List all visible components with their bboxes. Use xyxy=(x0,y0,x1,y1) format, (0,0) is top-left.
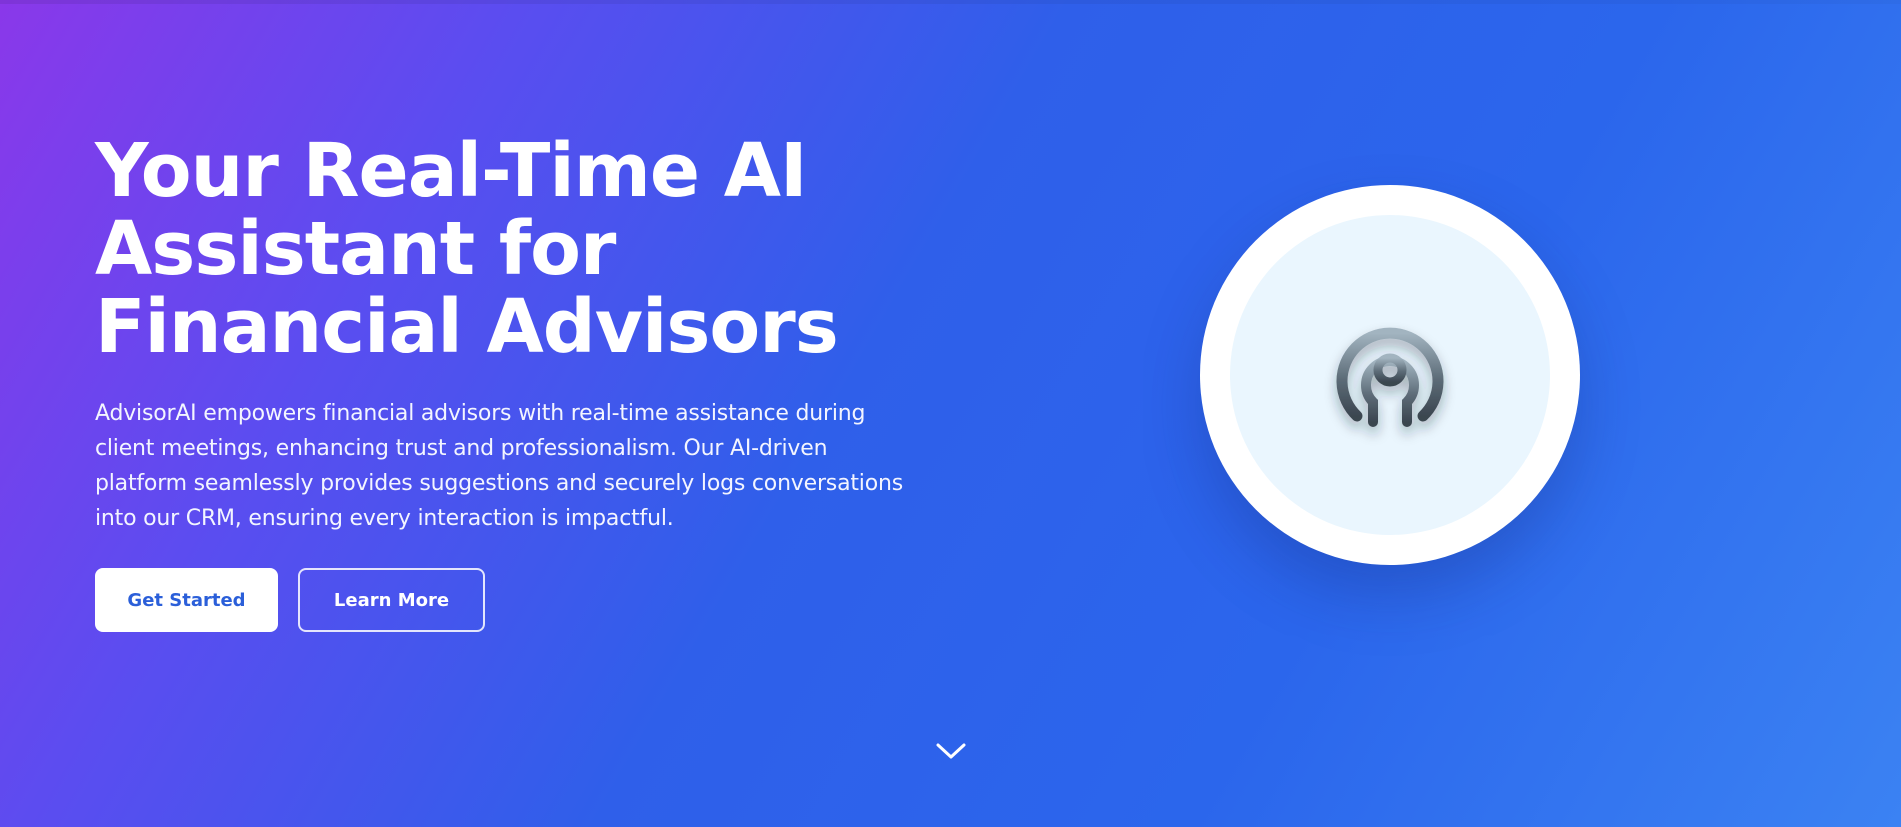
hero-section: Your Real-Time AI Assistant for Financia… xyxy=(0,0,1901,827)
hero-actions: Get Started Learn More xyxy=(95,568,955,632)
hero-description: AdvisorAI empowers financial advisors wi… xyxy=(95,401,903,531)
hero-copy: Your Real-Time AI Assistant for Financia… xyxy=(95,132,955,632)
logo-badge xyxy=(1200,185,1580,565)
chevron-down-icon[interactable] xyxy=(934,740,968,762)
hero-headline: Your Real-Time AI Assistant for Financia… xyxy=(95,128,839,370)
concentric-signal-icon xyxy=(1336,327,1444,431)
learn-more-button[interactable]: Learn More xyxy=(298,568,485,632)
get-started-button[interactable]: Get Started xyxy=(95,568,278,632)
logo-badge-inner xyxy=(1230,215,1550,535)
